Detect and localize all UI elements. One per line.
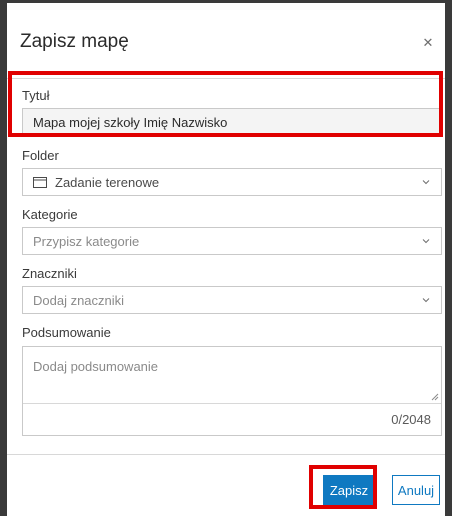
- chevron-down-icon: [422, 180, 430, 185]
- footer-divider: [7, 454, 445, 455]
- summary-label: Podsumowanie: [22, 325, 111, 340]
- window-frame: Zapisz mapę ✕ Tytuł Mapa mojej szkoły Im…: [0, 0, 452, 516]
- title-field-highlight: [8, 71, 443, 137]
- dialog-title: Zapisz mapę: [20, 31, 129, 52]
- tags-label: Znaczniki: [22, 266, 77, 281]
- category-label: Kategorie: [22, 207, 78, 222]
- folder-label: Folder: [22, 148, 59, 163]
- chevron-down-icon: [422, 239, 430, 244]
- summary-placeholder: Dodaj podsumowanie: [33, 359, 159, 374]
- save-button-highlight: [309, 465, 377, 509]
- folder-select-value: Zadanie terenowe: [55, 174, 160, 190]
- chevron-down-icon: [422, 298, 430, 303]
- folder-select[interactable]: Zadanie terenowe: [22, 168, 442, 196]
- tags-placeholder: Dodaj znaczniki: [33, 292, 125, 308]
- textarea-divider: [23, 403, 441, 404]
- folder-icon: [33, 177, 47, 188]
- cancel-button[interactable]: Anuluj: [392, 475, 440, 505]
- frame-left-border: [0, 0, 7, 516]
- category-placeholder: Przypisz kategorie: [33, 233, 140, 249]
- category-select[interactable]: Przypisz kategorie: [22, 227, 442, 255]
- close-icon[interactable]: ✕: [421, 36, 435, 50]
- resize-handle-icon[interactable]: [429, 391, 439, 401]
- tags-select[interactable]: Dodaj znaczniki: [22, 286, 442, 314]
- frame-right-border: [445, 0, 452, 516]
- character-counter: 0/2048: [391, 412, 431, 427]
- summary-textarea[interactable]: Dodaj podsumowanie 0/2048: [22, 346, 442, 436]
